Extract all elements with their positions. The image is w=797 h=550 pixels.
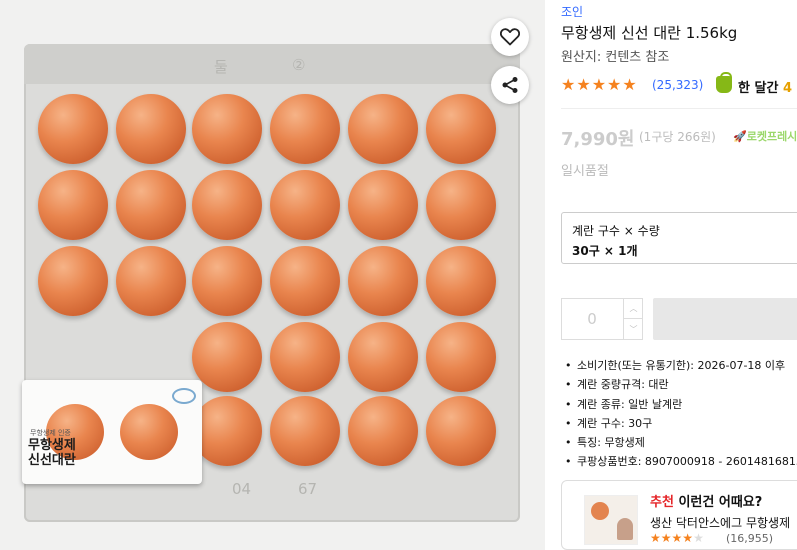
purchase-badge-label: 한 달간: [738, 81, 779, 96]
egg: [38, 170, 108, 240]
recommendation-rating-stars: ★ ★ ★ ★ ★: [650, 531, 704, 545]
product-details-list: 소비기한(또는 유통기한): 2026-07-18 이후 계란 중량규격: 대란…: [561, 356, 797, 472]
option-selector[interactable]: 계란 구수 × 수량 30구 × 1개: [561, 212, 797, 264]
star-icon: ★: [561, 75, 576, 94]
rocket-icon: 🚀: [733, 130, 747, 143]
brand-link[interactable]: 조인: [561, 3, 583, 20]
egg: [38, 94, 108, 164]
detail-item: 계란 중량규격: 대란: [561, 375, 797, 395]
detail-item: 계란 종류: 일반 날계란: [561, 395, 797, 415]
label-brand: 무항생제 신선대란: [28, 438, 76, 468]
tray-mark: 04: [232, 480, 252, 498]
rocket-fresh-badge: 🚀로켓프레시: [733, 128, 797, 144]
egg: [348, 94, 418, 164]
label-egg: [120, 404, 178, 460]
heart-icon: [500, 28, 520, 46]
egg: [348, 170, 418, 240]
origin-info: 원산지: 컨텐츠 참조: [561, 50, 670, 65]
sale-price: 7,990원: [561, 129, 635, 150]
shopping-bag-icon: [716, 72, 732, 93]
egg: [270, 94, 340, 164]
detail-item: 특징: 무항생제: [561, 433, 797, 453]
certification-logo: [172, 388, 196, 404]
divider: [561, 108, 797, 109]
egg-tray-rim: [24, 44, 520, 84]
egg: [348, 246, 418, 316]
egg: [426, 94, 496, 164]
recommendation-product-name: 생산 닥터안스에그 무항생제: [650, 516, 791, 530]
egg: [192, 396, 262, 466]
star-icon: ★: [650, 531, 661, 545]
label-brand-line: 신선대란: [28, 453, 76, 468]
egg: [270, 396, 340, 466]
recommendation-review-count: (16,955): [726, 532, 774, 545]
recommendation-title-text: 이런건 어때요?: [673, 495, 763, 510]
purchase-badge: 한 달간 4: [738, 77, 792, 96]
star-icon: ★: [591, 75, 607, 94]
option-label: 계란 구수 × 수량: [572, 224, 660, 238]
quantity-decrease-button[interactable]: ﹀: [623, 319, 643, 339]
detail-item: 소비기한(또는 유통기한): 2026-07-18 이후: [561, 356, 797, 376]
purchase-badge-number: 4: [782, 81, 792, 96]
egg: [426, 322, 496, 392]
egg: [192, 246, 262, 316]
recommendation-title: 추천 이런건 어때요?: [650, 491, 762, 510]
egg: [192, 94, 262, 164]
option-value: 30구 × 1개: [572, 244, 638, 258]
recommendation-card[interactable]: 추천 이런건 어때요? 생산 닥터안스에그 무항생제 ★ ★ ★ ★ ★ (16…: [561, 480, 797, 550]
quantity-increase-button[interactable]: ︿: [623, 299, 643, 319]
unit-price: (1구당 266원): [639, 130, 716, 144]
egg: [348, 396, 418, 466]
star-icon: ★: [682, 531, 694, 545]
chevron-down-icon: ﹀: [629, 324, 638, 334]
rocket-fresh-label: 로켓프레시: [746, 130, 797, 143]
star-icon: ★: [671, 531, 683, 545]
tray-mark: 둘: [214, 58, 228, 76]
star-icon: ★: [607, 75, 622, 94]
egg: [116, 246, 186, 316]
label-brand-line: 무항생제: [28, 438, 76, 453]
rating-stars[interactable]: ★ ★ ★ ★ ★: [561, 76, 637, 94]
star-icon: ★: [576, 75, 591, 94]
quantity-input[interactable]: 0: [562, 299, 622, 339]
product-image[interactable]: 둘 ② 04 67 무항생제 인증 무항생제 신선대란: [0, 0, 545, 550]
egg: [270, 170, 340, 240]
thumbnail-person: [617, 518, 633, 540]
tray-mark: 67: [298, 480, 318, 498]
label-cert-text: 무항생제 인증: [30, 429, 71, 437]
egg: [426, 170, 496, 240]
product-info-panel: 조인 무항생제 신선 대란 1.56kg 원산지: 컨텐츠 참조 ★ ★ ★ ★…: [561, 0, 797, 550]
recommendation-title-accent: 추천: [650, 495, 674, 510]
add-to-cart-button[interactable]: [653, 298, 797, 340]
product-title: 무항생제 신선 대란 1.56kg: [561, 24, 738, 42]
recommendation-thumbnail: [584, 495, 638, 545]
egg: [270, 246, 340, 316]
star-icon: ★: [622, 75, 637, 94]
stock-status: 일시품절: [561, 164, 609, 179]
detail-item: 쿠팡상품번호: 8907000918 - 26014816815: [561, 452, 797, 472]
product-label-card: 무항생제 인증 무항생제 신선대란: [22, 380, 202, 484]
thumbnail-egg: [591, 502, 609, 520]
egg: [426, 246, 496, 316]
star-icon: ★: [660, 531, 672, 545]
quantity-stepper[interactable]: 0 ︿ ﹀: [561, 298, 643, 340]
egg: [426, 396, 496, 466]
egg: [116, 170, 186, 240]
egg: [38, 246, 108, 316]
chevron-up-icon: ︿: [629, 304, 638, 313]
egg: [270, 322, 340, 392]
egg: [348, 322, 418, 392]
tray-mark: ②: [292, 56, 306, 74]
egg: [192, 322, 262, 392]
review-count-link[interactable]: (25,323): [652, 78, 703, 92]
egg: [116, 94, 186, 164]
half-star-icon: ★: [693, 531, 704, 545]
detail-item: 계란 구수: 30구: [561, 414, 797, 434]
share-button[interactable]: [491, 66, 529, 104]
share-icon: [502, 77, 518, 93]
wishlist-button[interactable]: [491, 18, 529, 56]
egg: [192, 170, 262, 240]
